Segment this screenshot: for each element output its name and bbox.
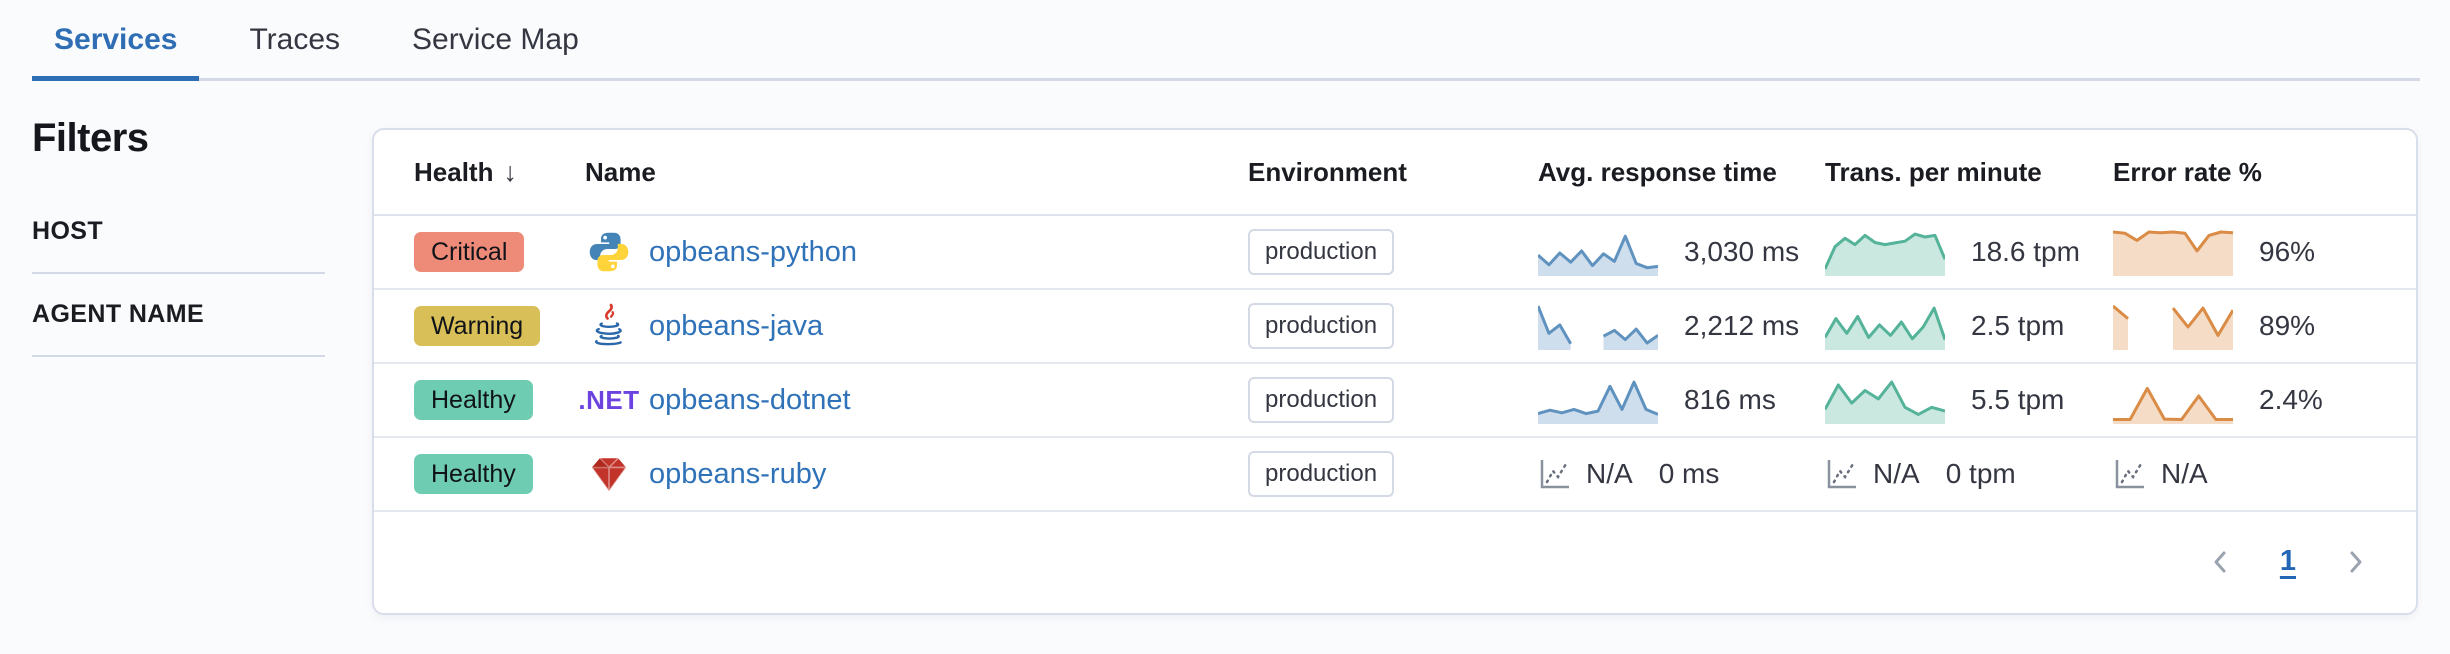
tab-bar-divider bbox=[32, 78, 2420, 81]
error-metric-cell: 2.4% bbox=[2113, 376, 2378, 424]
sort-descending-icon: ↓ bbox=[503, 157, 517, 188]
chevron-left-icon bbox=[2208, 549, 2234, 575]
next-page-button[interactable] bbox=[2342, 549, 2368, 575]
previous-page-button[interactable] bbox=[2208, 549, 2234, 575]
column-header-label: Environment bbox=[1248, 157, 1407, 188]
tpm-sparkline bbox=[1825, 376, 1945, 424]
tpm-sparkline bbox=[1825, 228, 1945, 276]
column-header-label: Name bbox=[585, 157, 656, 188]
service-link-opbeans-dotnet[interactable]: opbeans-dotnet bbox=[649, 384, 851, 417]
response-value: 3,030 ms bbox=[1684, 236, 1799, 268]
filter-group-host[interactable]: HOST bbox=[32, 191, 325, 274]
response-sparkline bbox=[1538, 376, 1658, 424]
service-row-opbeans-ruby: Healthy opbeans-ruby production N/A 0 ms N/A 0… bbox=[374, 438, 2416, 512]
column-header-label: Health bbox=[414, 157, 493, 188]
tab-service-map[interactable]: Service Map bbox=[390, 0, 601, 80]
response-metric-cell: 3,030 ms bbox=[1538, 228, 1825, 276]
no-data-chart-icon bbox=[2113, 457, 2147, 491]
column-header-label: Error rate % bbox=[2113, 157, 2262, 188]
tpm-metric-cell: 5.5 tpm bbox=[1825, 376, 2113, 424]
response-metric-cell: N/A 0 ms bbox=[1538, 457, 1825, 491]
response-value: 2,212 ms bbox=[1684, 310, 1799, 342]
service-link-opbeans-ruby[interactable]: opbeans-ruby bbox=[649, 458, 826, 491]
health-badge-warning: Warning bbox=[414, 306, 540, 346]
tab-services[interactable]: Services bbox=[32, 0, 199, 80]
not-available-label: N/A bbox=[2161, 458, 2208, 490]
not-available-label: N/A bbox=[1586, 458, 1633, 490]
response-value: 816 ms bbox=[1684, 384, 1776, 416]
column-header-name[interactable]: Name bbox=[585, 157, 1248, 188]
column-header-error-rate[interactable]: Error rate % bbox=[2113, 157, 2378, 188]
error-sparkline bbox=[2113, 376, 2233, 424]
service-row-opbeans-java: Warning opbeans-java production 2,212 ms 2.5… bbox=[374, 290, 2416, 364]
health-badge-critical: Critical bbox=[414, 232, 524, 272]
error-sparkline bbox=[2113, 302, 2233, 350]
no-data-chart-icon bbox=[1538, 457, 1572, 491]
column-header-trans-per-minute[interactable]: Trans. per minute bbox=[1825, 157, 2113, 188]
tpm-metric-cell: 2.5 tpm bbox=[1825, 302, 2113, 350]
error-metric-cell: 89% bbox=[2113, 302, 2378, 350]
no-data-chart-icon bbox=[1825, 457, 1859, 491]
column-header-avg-response-time[interactable]: Avg. response time bbox=[1538, 157, 1825, 188]
tpm-metric-cell: N/A 0 tpm bbox=[1825, 457, 2113, 491]
ruby-icon bbox=[585, 453, 633, 495]
environment-badge: production bbox=[1248, 377, 1394, 423]
tpm-sparkline bbox=[1825, 302, 1945, 350]
tpm-value: 0 tpm bbox=[1946, 458, 2016, 490]
filters-title: Filters bbox=[32, 116, 325, 161]
health-badge-healthy: Healthy bbox=[414, 454, 533, 494]
response-metric-cell: 2,212 ms bbox=[1538, 302, 1825, 350]
dotnet-logo-text: .NET bbox=[578, 385, 639, 416]
response-value: 0 ms bbox=[1659, 458, 1720, 490]
column-header-health[interactable]: Health ↓ bbox=[414, 157, 585, 188]
error-value: 2.4% bbox=[2259, 384, 2323, 416]
error-sparkline bbox=[2113, 228, 2233, 276]
page-number[interactable]: 1 bbox=[2280, 545, 2296, 578]
top-tab-bar: Services Traces Service Map bbox=[0, 0, 2450, 82]
dotnet-icon: .NET bbox=[585, 385, 633, 416]
response-metric-cell: 816 ms bbox=[1538, 376, 1825, 424]
service-row-opbeans-dotnet: Healthy .NET opbeans-dotnet production 816 m… bbox=[374, 364, 2416, 438]
response-sparkline bbox=[1538, 228, 1658, 276]
pagination: 1 bbox=[374, 512, 2416, 611]
services-table-panel: Health ↓ Name Environment Avg. response time… bbox=[372, 128, 2418, 615]
filter-group-agent-name[interactable]: AGENT NAME bbox=[32, 274, 325, 357]
table-header-row: Health ↓ Name Environment Avg. response time… bbox=[374, 130, 2416, 216]
tpm-value: 18.6 tpm bbox=[1971, 236, 2080, 268]
filters-sidebar: Filters HOSTAGENT NAME bbox=[32, 116, 325, 357]
column-header-label: Trans. per minute bbox=[1825, 157, 2042, 188]
response-sparkline bbox=[1538, 302, 1658, 350]
service-row-opbeans-python: Critical opbeans-python production 3,030 ms… bbox=[374, 216, 2416, 290]
error-value: 89% bbox=[2259, 310, 2315, 342]
java-icon bbox=[585, 303, 633, 349]
tab-traces[interactable]: Traces bbox=[227, 0, 362, 80]
error-metric-cell: 96% bbox=[2113, 228, 2378, 276]
health-badge-healthy: Healthy bbox=[414, 380, 533, 420]
not-available-label: N/A bbox=[1873, 458, 1920, 490]
column-header-label: Avg. response time bbox=[1538, 157, 1777, 188]
environment-badge: production bbox=[1248, 451, 1394, 497]
tpm-value: 5.5 tpm bbox=[1971, 384, 2064, 416]
tpm-value: 2.5 tpm bbox=[1971, 310, 2064, 342]
environment-badge: production bbox=[1248, 229, 1394, 275]
environment-badge: production bbox=[1248, 303, 1394, 349]
service-link-opbeans-python[interactable]: opbeans-python bbox=[649, 236, 857, 269]
column-header-environment[interactable]: Environment bbox=[1248, 157, 1538, 188]
tpm-metric-cell: 18.6 tpm bbox=[1825, 228, 2113, 276]
chevron-right-icon bbox=[2342, 549, 2368, 575]
error-value: 96% bbox=[2259, 236, 2315, 268]
python-icon bbox=[585, 230, 633, 274]
error-metric-cell: N/A bbox=[2113, 457, 2378, 491]
service-link-opbeans-java[interactable]: opbeans-java bbox=[649, 310, 823, 343]
